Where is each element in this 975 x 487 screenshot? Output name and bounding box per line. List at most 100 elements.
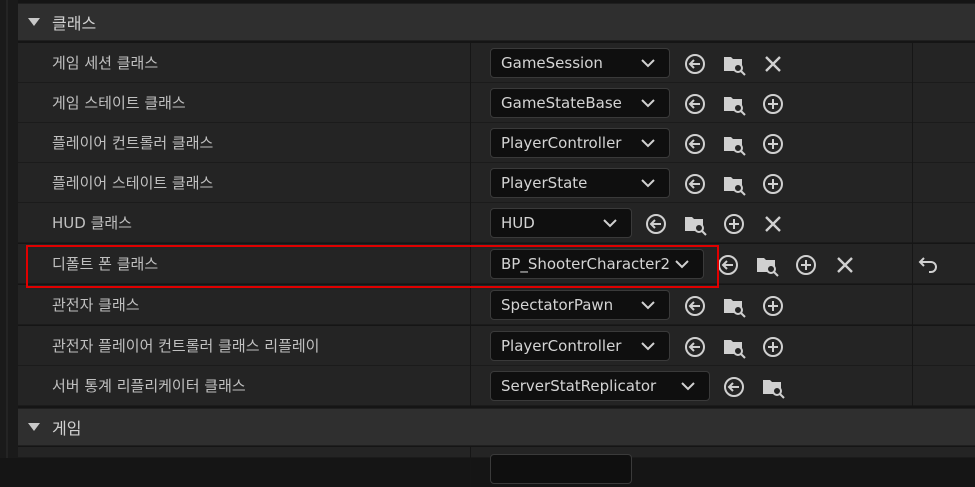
- property-label: 게임 스테이트 클래스: [52, 94, 186, 112]
- property-row-server-stat-replicator: 서버 통계 리플리케이터 클래스 ServerStatReplicator: [18, 366, 975, 406]
- add-plus-icon[interactable]: [761, 172, 785, 196]
- section-header-classes[interactable]: 클래스: [18, 3, 975, 41]
- class-dropdown[interactable]: PlayerController: [490, 128, 670, 158]
- browse-folder-icon[interactable]: [722, 92, 746, 116]
- clear-x-icon[interactable]: [761, 212, 785, 236]
- dropdown-value: PlayerController: [501, 337, 622, 355]
- dropdown-value: BP_ShooterCharacter2: [501, 255, 671, 273]
- use-selected-asset-icon[interactable]: [722, 375, 746, 399]
- dropdown-value: SpectatorPawn: [501, 296, 614, 314]
- column-divider: [912, 366, 913, 406]
- add-plus-icon[interactable]: [761, 294, 785, 318]
- property-row-partial: [18, 447, 975, 487]
- section-header-game[interactable]: 게임: [18, 408, 975, 446]
- add-plus-icon[interactable]: [761, 132, 785, 156]
- dropdown-value: HUD: [501, 214, 535, 232]
- column-divider: [470, 43, 471, 83]
- class-dropdown[interactable]: PlayerState: [490, 168, 670, 198]
- column-divider: [912, 83, 913, 123]
- chevron-down-icon: [681, 382, 695, 391]
- collapse-triangle-icon[interactable]: [28, 18, 40, 26]
- column-divider: [912, 163, 913, 203]
- column-divider: [912, 326, 913, 366]
- property-row-replay-spectator-controller: 관전자 플레이어 컨트롤러 클래스 리플레이 PlayerController: [18, 326, 975, 366]
- add-plus-icon[interactable]: [761, 92, 785, 116]
- column-divider: [912, 43, 913, 83]
- use-selected-asset-icon[interactable]: [683, 52, 707, 76]
- property-label: 관전자 클래스: [52, 296, 140, 314]
- class-dropdown[interactable]: GameStateBase: [490, 88, 670, 118]
- chevron-down-icon: [641, 342, 655, 351]
- property-row-default-pawn: 디폴트 폰 클래스 BP_ShooterCharacter2: [18, 244, 975, 284]
- class-dropdown[interactable]: GameSession: [490, 48, 670, 78]
- use-selected-asset-icon[interactable]: [683, 92, 707, 116]
- chevron-down-icon: [675, 260, 689, 269]
- use-selected-asset-icon[interactable]: [683, 132, 707, 156]
- use-selected-asset-icon[interactable]: [683, 294, 707, 318]
- clear-x-icon[interactable]: [761, 52, 785, 76]
- left-scroll-strip: [0, 0, 18, 458]
- column-divider: [470, 285, 471, 325]
- property-label: 디폴트 폰 클래스: [52, 255, 159, 273]
- browse-folder-icon[interactable]: [683, 212, 707, 236]
- property-label: 플레이어 스테이트 클래스: [52, 174, 214, 192]
- property-row-hud: HUD 클래스 HUD: [18, 203, 975, 243]
- class-dropdown[interactable]: HUD: [490, 208, 632, 238]
- column-divider: [470, 447, 471, 487]
- browse-folder-icon[interactable]: [722, 294, 746, 318]
- column-divider: [912, 244, 913, 284]
- chevron-down-icon: [641, 59, 655, 68]
- clear-x-icon[interactable]: [833, 253, 857, 277]
- property-label: 게임 세션 클래스: [52, 54, 159, 72]
- use-selected-asset-icon[interactable]: [644, 212, 668, 236]
- column-divider: [470, 123, 471, 163]
- property-row-player-state: 플레이어 스테이트 클래스 PlayerState: [18, 163, 975, 203]
- column-divider: [912, 123, 913, 163]
- browse-folder-icon[interactable]: [755, 253, 779, 277]
- column-divider: [470, 203, 471, 243]
- browse-folder-icon[interactable]: [761, 375, 785, 399]
- add-plus-icon[interactable]: [794, 253, 818, 277]
- reset-to-default-icon[interactable]: [918, 254, 940, 274]
- browse-folder-icon[interactable]: [722, 52, 746, 76]
- add-plus-icon[interactable]: [761, 335, 785, 359]
- column-divider: [470, 326, 471, 366]
- section-title: 게임: [52, 419, 82, 438]
- section-title: 클래스: [52, 14, 97, 33]
- browse-folder-icon[interactable]: [722, 132, 746, 156]
- use-selected-asset-icon[interactable]: [683, 335, 707, 359]
- property-label: 플레이어 컨트롤러 클래스: [52, 134, 214, 152]
- chevron-down-icon: [641, 99, 655, 108]
- dropdown-value: GameSession: [501, 54, 603, 72]
- property-row-player-controller: 플레이어 컨트롤러 클래스 PlayerController: [18, 123, 975, 163]
- column-divider: [912, 203, 913, 243]
- chevron-down-icon: [603, 219, 617, 228]
- add-plus-icon[interactable]: [722, 212, 746, 236]
- property-label: HUD 클래스: [52, 214, 132, 232]
- chevron-down-icon: [641, 139, 655, 148]
- dropdown-value: GameStateBase: [501, 94, 622, 112]
- dropdown-value: PlayerController: [501, 134, 622, 152]
- property-row-spectator: 관전자 클래스 SpectatorPawn: [18, 285, 975, 325]
- browse-folder-icon[interactable]: [722, 172, 746, 196]
- class-dropdown[interactable]: BP_ShooterCharacter2: [490, 249, 704, 279]
- chevron-down-icon: [641, 179, 655, 188]
- class-dropdown[interactable]: PlayerController: [490, 331, 670, 361]
- property-label: 서버 통계 리플리케이터 클래스: [52, 377, 246, 395]
- class-dropdown[interactable]: ServerStatReplicator: [490, 371, 710, 401]
- column-divider: [470, 163, 471, 203]
- column-divider: [470, 366, 471, 406]
- dropdown-value: PlayerState: [501, 174, 588, 192]
- property-label: 관전자 플레이어 컨트롤러 클래스 리플레이: [52, 337, 320, 355]
- property-row-game-state: 게임 스테이트 클래스 GameStateBase: [18, 83, 975, 123]
- use-selected-asset-icon[interactable]: [716, 253, 740, 277]
- browse-folder-icon[interactable]: [722, 335, 746, 359]
- collapse-triangle-icon[interactable]: [28, 423, 40, 431]
- column-divider: [470, 244, 471, 284]
- class-dropdown[interactable]: SpectatorPawn: [490, 290, 670, 320]
- dropdown-value: ServerStatReplicator: [501, 377, 657, 395]
- column-divider: [470, 83, 471, 123]
- use-selected-asset-icon[interactable]: [683, 172, 707, 196]
- property-row-game-session: 게임 세션 클래스 GameSession: [18, 43, 975, 83]
- class-dropdown[interactable]: [490, 454, 632, 484]
